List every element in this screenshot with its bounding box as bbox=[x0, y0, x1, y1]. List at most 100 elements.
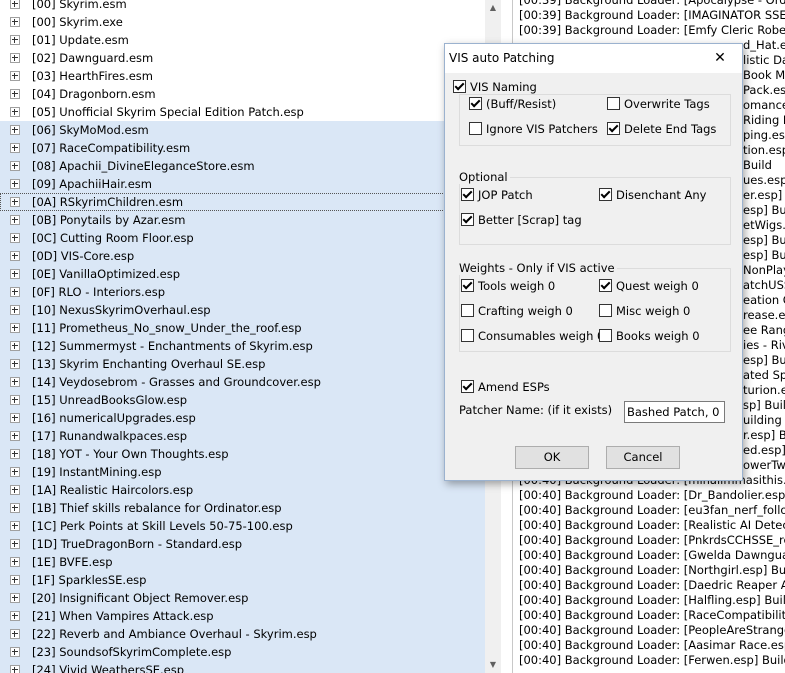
plugin-row[interactable]: [08] Apachii_DivineEleganceStore.esm bbox=[0, 157, 485, 175]
expand-icon[interactable] bbox=[10, 431, 20, 441]
expand-icon[interactable] bbox=[10, 629, 20, 639]
expand-icon[interactable] bbox=[10, 269, 20, 279]
checkbox-box[interactable] bbox=[461, 279, 474, 292]
checkbox-box[interactable] bbox=[461, 304, 474, 317]
expand-icon[interactable] bbox=[10, 233, 20, 243]
close-icon[interactable]: ✕ bbox=[698, 44, 742, 73]
expand-icon[interactable] bbox=[10, 323, 20, 333]
expand-icon[interactable] bbox=[10, 0, 20, 9]
checkbox-box[interactable] bbox=[599, 188, 612, 201]
plugin-row[interactable]: [20] Insignificant Object Remover.esp bbox=[0, 589, 485, 607]
expand-icon[interactable] bbox=[10, 539, 20, 549]
plugin-row[interactable]: [1B] Thief skills rebalance for Ordinato… bbox=[0, 499, 485, 517]
expand-icon[interactable] bbox=[10, 377, 20, 387]
plugin-row[interactable]: [21] When Vampires Attack.esp bbox=[0, 607, 485, 625]
plugin-row[interactable]: [04] Dragonborn.esm bbox=[0, 85, 485, 103]
expand-icon[interactable] bbox=[10, 557, 20, 567]
plugin-row[interactable]: [0D] VIS-Core.esp bbox=[0, 247, 485, 265]
plugin-row[interactable]: [00] Skyrim.exe bbox=[0, 13, 485, 31]
plugin-row[interactable]: [22] Reverb and Ambiance Overhaul - Skyr… bbox=[0, 625, 485, 643]
expand-icon[interactable] bbox=[10, 341, 20, 351]
expand-icon[interactable] bbox=[10, 17, 20, 27]
expand-icon[interactable] bbox=[10, 89, 20, 99]
plugin-row[interactable]: [11] Prometheus_No_snow_Under_the_roof.e… bbox=[0, 319, 485, 337]
checkbox-box[interactable] bbox=[599, 279, 612, 292]
plugin-row[interactable]: [14] Veydosebrom - Grasses and Groundcov… bbox=[0, 373, 485, 391]
plugin-row[interactable]: [0A] RSkyrimChildren.esm bbox=[0, 193, 485, 211]
plugin-row[interactable]: [05] Unofficial Skyrim Special Edition P… bbox=[0, 103, 485, 121]
plugin-row[interactable]: [09] ApachiiHair.esm bbox=[0, 175, 485, 193]
expand-icon[interactable] bbox=[10, 305, 20, 315]
expand-icon[interactable] bbox=[10, 359, 20, 369]
expand-icon[interactable] bbox=[10, 593, 20, 603]
plugin-row[interactable]: [16] numericalUpgrades.esp bbox=[0, 409, 485, 427]
plugin-row[interactable]: [24] Vivid WeathersSE.esp bbox=[0, 661, 485, 673]
plugin-row[interactable]: [06] SkyMoMod.esm bbox=[0, 121, 485, 139]
expand-icon[interactable] bbox=[10, 161, 20, 171]
checkbox-box[interactable] bbox=[469, 122, 482, 135]
expand-icon[interactable] bbox=[10, 143, 20, 153]
checkbox-box[interactable] bbox=[461, 329, 474, 342]
expand-icon[interactable] bbox=[10, 251, 20, 261]
plugin-row[interactable]: [15] UnreadBooksGlow.esp bbox=[0, 391, 485, 409]
checkbox-box[interactable] bbox=[599, 329, 612, 342]
plugin-row[interactable]: [1E] BVFE.esp bbox=[0, 553, 485, 571]
expand-icon[interactable] bbox=[10, 107, 20, 117]
expand-icon[interactable] bbox=[10, 215, 20, 225]
plugin-row[interactable]: [1D] TrueDragonBorn - Standard.esp bbox=[0, 535, 485, 553]
plugin-row[interactable]: [0C] Cutting Room Floor.esp bbox=[0, 229, 485, 247]
plugin-row[interactable]: [23] SoundsofSkyrimComplete.esp bbox=[0, 643, 485, 661]
expand-icon[interactable] bbox=[10, 71, 20, 81]
plugin-row[interactable]: [12] Summermyst - Enchantments of Skyrim… bbox=[0, 337, 485, 355]
plugin-row[interactable]: [0B] Ponytails by Azar.esm bbox=[0, 211, 485, 229]
plugin-row[interactable]: [1C] Perk Points at Skill Levels 50-75-1… bbox=[0, 517, 485, 535]
scroll-up-icon[interactable]: ▲ bbox=[485, 0, 501, 16]
expand-icon[interactable] bbox=[10, 521, 20, 531]
checkbox-box[interactable] bbox=[607, 97, 620, 110]
plugin-row[interactable]: [18] YOT - Your Own Thoughts.esp bbox=[0, 445, 485, 463]
plugin-row[interactable]: [0E] VanillaOptimized.esp bbox=[0, 265, 485, 283]
checkbox-box[interactable] bbox=[453, 80, 466, 93]
patcher-name-field[interactable]: Bashed Patch, 0 bbox=[624, 401, 725, 423]
plugin-row[interactable]: [19] InstantMining.esp bbox=[0, 463, 485, 481]
plugin-row[interactable]: [02] Dawnguard.esm bbox=[0, 49, 485, 67]
checkbox-box[interactable] bbox=[607, 122, 620, 135]
plugin-row[interactable]: [01] Update.esm bbox=[0, 31, 485, 49]
expand-icon[interactable] bbox=[10, 665, 20, 673]
expand-icon[interactable] bbox=[10, 413, 20, 423]
expand-icon[interactable] bbox=[10, 395, 20, 405]
ok-button[interactable]: OK bbox=[515, 446, 589, 469]
checkbox-box[interactable] bbox=[461, 380, 474, 393]
scroll-down-icon[interactable]: ▼ bbox=[485, 657, 501, 673]
expand-icon[interactable] bbox=[10, 449, 20, 459]
plugin-row[interactable]: [10] NexusSkyrimOverhaul.esp bbox=[0, 301, 485, 319]
checkbox-box[interactable] bbox=[461, 213, 474, 226]
expand-icon[interactable] bbox=[10, 197, 20, 207]
plugin-tree[interactable]: [00] Skyrim.esm [00] Skyrim.exe [01] Updat… bbox=[0, 0, 500, 673]
checkbox-box[interactable] bbox=[461, 188, 474, 201]
plugin-row[interactable]: [03] HearthFires.esm bbox=[0, 67, 485, 85]
expand-icon[interactable] bbox=[10, 503, 20, 513]
checkbox-box[interactable] bbox=[469, 97, 482, 110]
plugin-row[interactable]: [1A] Realistic Haircolors.esp bbox=[0, 481, 485, 499]
plugin-row[interactable]: [1F] SparklesSE.esp bbox=[0, 571, 485, 589]
expand-icon[interactable] bbox=[10, 575, 20, 585]
plugin-row[interactable]: [0F] RLO - Interiors.esp bbox=[0, 283, 485, 301]
log-line: owerTwea bbox=[743, 458, 785, 472]
plugin-row[interactable]: [17] Runandwalkpaces.esp bbox=[0, 427, 485, 445]
plugin-row[interactable]: [07] RaceCompatibility.esm bbox=[0, 139, 485, 157]
plugin-row[interactable]: [00] Skyrim.esm bbox=[0, 0, 485, 13]
expand-icon[interactable] bbox=[10, 467, 20, 477]
cancel-button[interactable]: Cancel bbox=[606, 446, 680, 469]
expand-icon[interactable] bbox=[10, 647, 20, 657]
expand-icon[interactable] bbox=[10, 611, 20, 621]
expand-icon[interactable] bbox=[10, 485, 20, 495]
expand-icon[interactable] bbox=[10, 125, 20, 135]
checkbox-box[interactable] bbox=[599, 304, 612, 317]
expand-icon[interactable] bbox=[10, 179, 20, 189]
expand-icon[interactable] bbox=[10, 53, 20, 63]
dialog-titlebar[interactable]: VIS auto Patching ✕ bbox=[445, 44, 742, 73]
expand-icon[interactable] bbox=[10, 287, 20, 297]
expand-icon[interactable] bbox=[10, 35, 20, 45]
plugin-row[interactable]: [13] Skyrim Enchanting Overhaul SE.esp bbox=[0, 355, 485, 373]
